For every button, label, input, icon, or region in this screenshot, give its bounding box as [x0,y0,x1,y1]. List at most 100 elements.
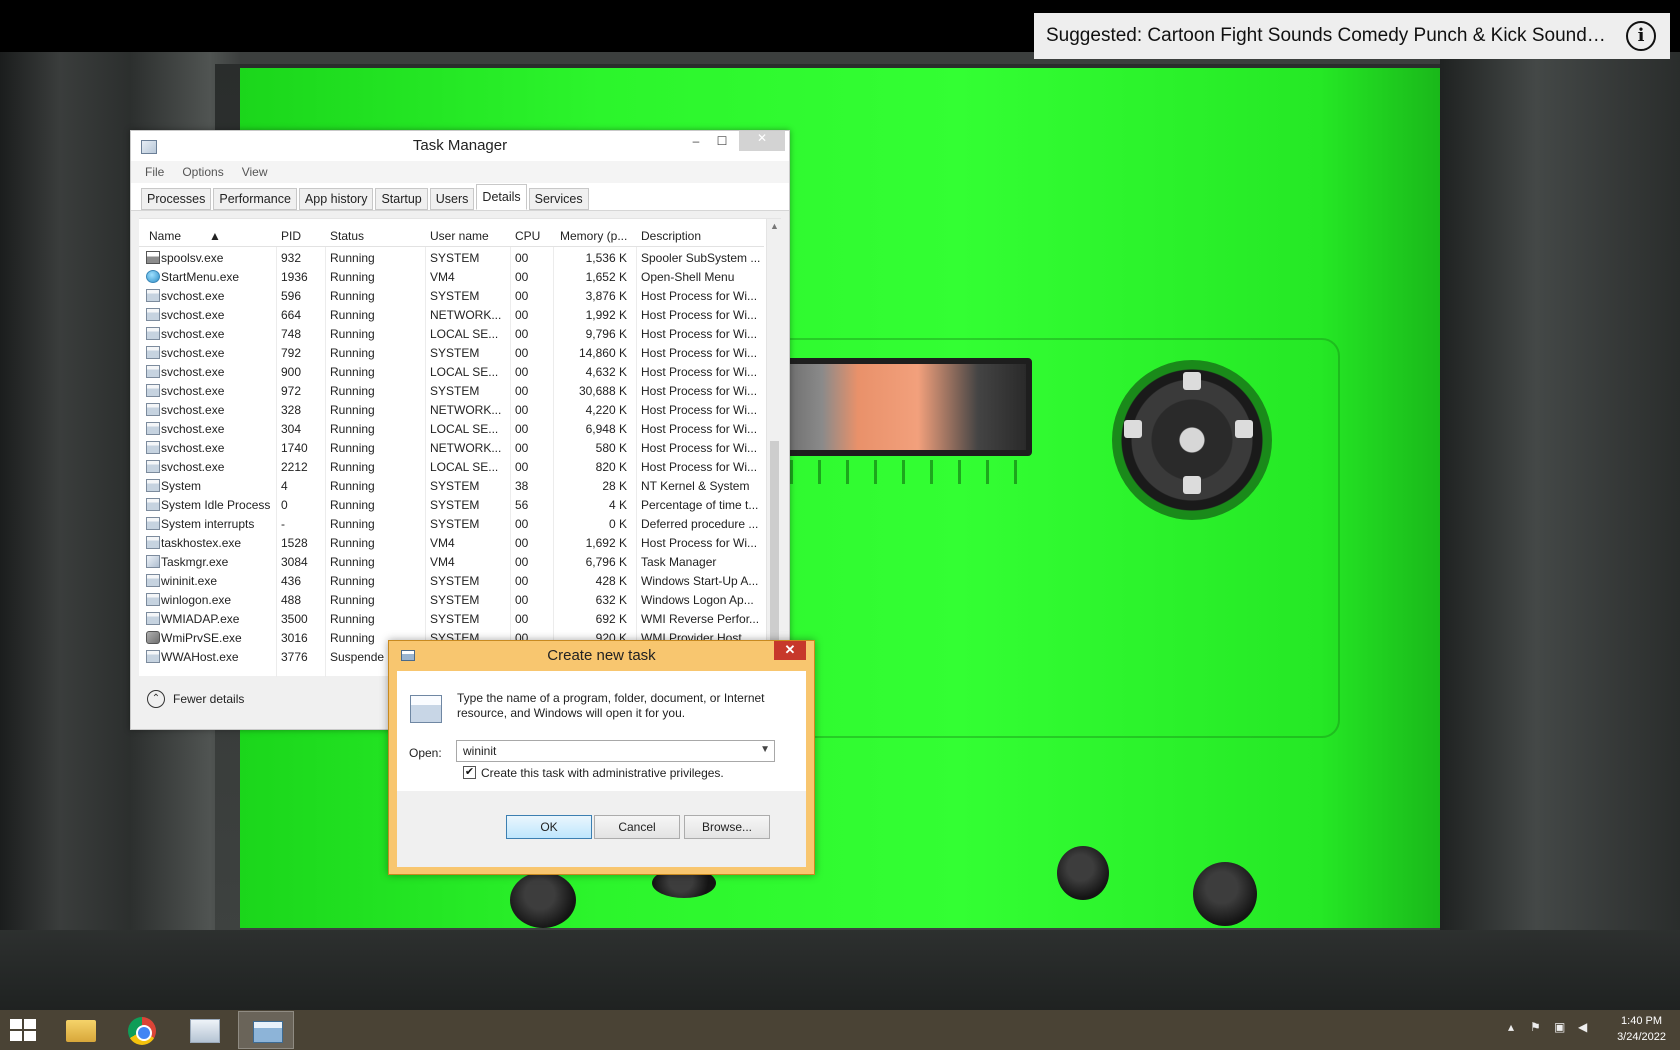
table-row[interactable]: svchost.exe 972 Running SYSTEM 00 30,688 K Hos… [139,382,764,401]
process-cpu: 00 [515,517,529,531]
table-row[interactable]: winlogon.exe 488 Running SYSTEM 00 632 K Windo… [139,591,764,610]
cancel-button[interactable]: Cancel [594,815,680,839]
process-pid: 1936 [281,270,308,284]
table-row[interactable]: svchost.exe 328 Running NETWORK... 00 4,220 K… [139,401,764,420]
table-row[interactable]: wininit.exe 436 Running SYSTEM 00 428 K Window… [139,572,764,591]
process-status: Running [330,422,375,436]
close-icon[interactable]: ✕ [739,131,785,151]
table-row[interactable]: svchost.exe 748 Running LOCAL SE... 00 9,796 … [139,325,764,344]
tab-processes[interactable]: Processes [141,188,212,210]
suggested-video-banner[interactable]: Suggested: Cartoon Fight Sounds Comedy P… [1034,13,1670,59]
process-description: Windows Logon Ap... [641,593,754,607]
minimize-icon[interactable]: – [685,134,707,154]
dialog-button-bar: OK Cancel Browse... [397,791,806,867]
taskbar-task-manager[interactable] [176,1011,232,1049]
tab-startup[interactable]: Startup [375,188,428,210]
printer-icon [146,251,160,264]
info-icon[interactable]: i [1626,21,1656,51]
tab-services[interactable]: Services [528,188,589,210]
process-name: Taskmgr.exe [161,555,229,569]
process-description: Host Process for Wi... [641,403,758,417]
network-icon[interactable]: ▣ [1554,1020,1565,1034]
scroll-up-icon[interactable]: ▲ [770,221,779,231]
process-pid: 748 [281,327,302,341]
process-icon [146,574,160,587]
table-row[interactable]: Taskmgr.exe 3084 Running VM4 00 6,796 K Task M… [139,553,764,572]
column-header-user-name[interactable]: User name [430,229,489,243]
table-row[interactable]: svchost.exe 900 Running LOCAL SE... 00 4,632 … [139,363,764,382]
process-user: LOCAL SE... [430,460,499,474]
fewer-details-button[interactable]: ⌃ Fewer details [147,690,244,708]
table-row[interactable]: svchost.exe 596 Running SYSTEM 00 3,876 K Host… [139,287,764,306]
table-row[interactable]: svchost.exe 1740 Running NETWORK... 00 580 K H… [139,439,764,458]
admin-privileges-label[interactable]: Create this task with administrative pri… [481,766,724,780]
task-manager-titlebar[interactable]: Task Manager – ☐ ✕ [131,131,789,161]
table-row[interactable]: taskhostex.exe 1528 Running VM4 00 1,692 K Hos… [139,534,764,553]
column-header-memory[interactable]: Memory (p... [560,229,627,243]
tray-overflow-icon[interactable]: ▴ [1508,1020,1514,1034]
menu-view[interactable]: View [242,165,268,179]
clock-date: 3/24/2022 [1617,1031,1666,1043]
process-icon [146,346,160,359]
vertical-scrollbar[interactable]: ▲ [766,219,781,677]
taskbar-create-new-task[interactable] [238,1011,294,1049]
table-row[interactable]: svchost.exe 792 Running SYSTEM 00 14,860 K Hos… [139,344,764,363]
process-description: Percentage of time t... [641,498,759,512]
table-row[interactable]: svchost.exe 664 Running NETWORK... 00 1,992 K… [139,306,764,325]
process-pid: 664 [281,308,302,322]
browse-button[interactable]: Browse... [684,815,770,839]
reel-spoke [1124,420,1142,438]
clock[interactable]: 1:40 PM 3/24/2022 [1617,1013,1666,1045]
process-description: Host Process for Wi... [641,289,758,303]
column-header-description[interactable]: Description [641,229,701,243]
suggested-video-title[interactable]: Suggested: Cartoon Fight Sounds Comedy P… [1046,25,1611,47]
admin-privileges-checkbox[interactable]: ✔ [463,766,476,779]
open-combobox[interactable]: wininit ▼ [456,740,775,762]
taskbar-chrome[interactable] [114,1011,170,1049]
column-header-pid[interactable]: PID [281,229,301,243]
column-header-status[interactable]: Status [330,229,364,243]
process-cpu: 00 [515,384,529,398]
process-icon [146,517,160,530]
table-row[interactable]: System Idle Process 0 Running SYSTEM 56 4 K Pe… [139,496,764,515]
maximize-icon[interactable]: ☐ [711,134,733,154]
table-row[interactable]: svchost.exe 304 Running LOCAL SE... 00 6,948 … [139,420,764,439]
clock-time: 1:40 PM [1621,1015,1663,1027]
table-row[interactable]: WMIADAP.exe 3500 Running SYSTEM 00 692 K WMI R… [139,610,764,629]
tab-details[interactable]: Details [476,184,527,210]
volume-muted-icon[interactable]: ◀ [1578,1020,1587,1034]
open-label: Open: [409,746,442,760]
table-row[interactable]: spoolsv.exe 932 Running SYSTEM 00 1,536 K Spoo… [139,249,764,268]
process-status: Running [330,365,375,379]
chevron-down-icon[interactable]: ▼ [760,744,770,755]
table-row[interactable]: StartMenu.exe 1936 Running VM4 00 1,652 K Open… [139,268,764,287]
ok-button[interactable]: OK [506,815,592,839]
column-header-cpu[interactable]: CPU [515,229,540,243]
tab-performance[interactable]: Performance [213,188,297,210]
open-input-value[interactable]: wininit [463,744,496,758]
process-status: Running [330,270,375,284]
dialog-close-button[interactable]: ✕ [774,641,806,660]
process-cpu: 00 [515,460,529,474]
start-button[interactable] [0,1011,46,1049]
process-name: taskhostex.exe [161,536,242,550]
menu-file[interactable]: File [145,165,164,179]
taskbar-file-explorer[interactable] [52,1011,108,1049]
process-name: svchost.exe [161,289,225,303]
column-header-name[interactable]: Name [149,229,181,243]
table-row[interactable]: svchost.exe 2212 Running LOCAL SE... 00 820 K… [139,458,764,477]
process-memory: 1,692 K [585,536,627,550]
tab-users[interactable]: Users [429,188,475,210]
folder-icon [66,1020,96,1042]
process-name: System [161,479,202,493]
process-user: NETWORK... [430,403,502,417]
table-row[interactable]: System interrupts - Running SYSTEM 00 0 K Defe… [139,515,764,534]
process-user: VM4 [430,270,455,284]
menu-options[interactable]: Options [182,165,223,179]
process-memory: 0 K [608,517,627,531]
table-row[interactable]: System 4 Running SYSTEM 38 28 K NT Kernel & Sy… [139,477,764,496]
action-center-flag-icon[interactable]: ⚑ [1530,1020,1541,1034]
process-icon [146,384,160,397]
run-program-icon [410,695,442,723]
tab-app-history[interactable]: App history [298,188,374,210]
